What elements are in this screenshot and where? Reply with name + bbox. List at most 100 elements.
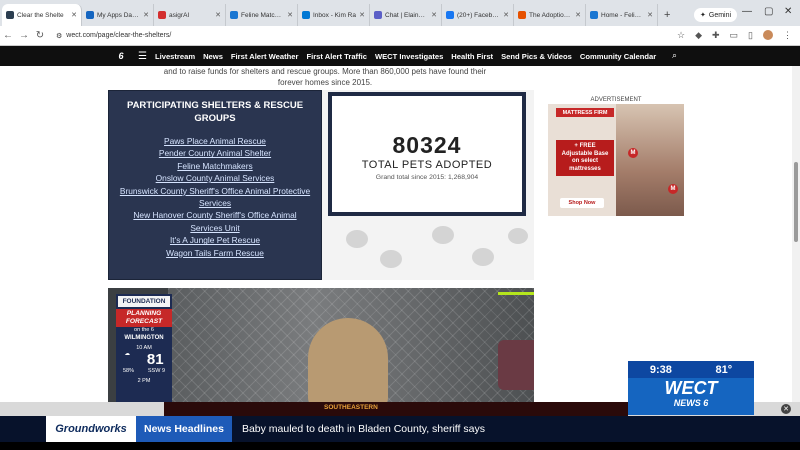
- screen: Clear the Shelte ✕ My Apps Dashb ✕ asigr…: [0, 0, 800, 450]
- groundworks-sponsor-logo: Groundworks: [46, 416, 136, 442]
- extension-icon[interactable]: ◆: [695, 30, 702, 41]
- tab-favicon-icon: [6, 11, 14, 19]
- close-icon[interactable]: ✕: [575, 11, 581, 19]
- tab-favicon-icon: [590, 11, 598, 19]
- back-icon[interactable]: ←: [0, 30, 16, 41]
- sidebar-icon[interactable]: ▯: [748, 30, 753, 41]
- tv-clock: 9:38: [649, 363, 672, 376]
- shelter-link[interactable]: Wagon Tails Farm Rescue: [119, 247, 311, 259]
- page-scrollbar[interactable]: [792, 66, 800, 402]
- close-icon[interactable]: ✕: [143, 11, 149, 19]
- nav-first-alert-traffic[interactable]: First Alert Traffic: [306, 52, 366, 61]
- tab-asigrai[interactable]: asigrAI ✕: [154, 4, 226, 26]
- bottom-strip: [0, 442, 800, 450]
- close-icon[interactable]: ✕: [287, 11, 293, 19]
- adoption-counter: 80324 TOTAL PETS ADOPTED Grand total sin…: [328, 92, 526, 216]
- forward-icon[interactable]: →: [16, 30, 32, 41]
- shelter-link[interactable]: Paws Place Animal Rescue: [119, 135, 311, 147]
- url-text: wect.com/page/clear-the-shelters/: [66, 32, 172, 39]
- tab-label: (20+) Facebook: [457, 11, 501, 19]
- forecast-row: ☁ 81: [116, 351, 172, 368]
- scrollbar-thumb[interactable]: [794, 162, 798, 242]
- nav-health-first[interactable]: Health First: [451, 52, 493, 61]
- headline-text: Baby mauled to death in Bladen County, s…: [241, 423, 485, 435]
- tab-inbox[interactable]: Inbox - Kim Ra ✕: [298, 4, 370, 26]
- tab-label: asigrAI: [169, 11, 190, 19]
- nav-wect-investigates[interactable]: WECT Investigates: [375, 52, 443, 61]
- cast-icon[interactable]: ▭: [730, 30, 739, 41]
- nav-send-pics-videos[interactable]: Send Pics & Videos: [501, 52, 572, 61]
- planning-forecast-panel: FOUNDATION PLANNING FORECAST on the 6 WI…: [116, 294, 172, 402]
- toolbar-buttons: ☆ ◆ ✚ ▭ ▯ ⋮: [677, 30, 792, 41]
- forecast-on: on the 6: [134, 327, 154, 333]
- nav-livestream[interactable]: Livestream: [155, 52, 195, 61]
- browser-tab-bar: Clear the Shelte ✕ My Apps Dashb ✕ asigr…: [0, 0, 800, 26]
- forecast-humidity: 58%: [122, 368, 134, 374]
- tab-adoption[interactable]: The Adoption H ✕: [514, 4, 586, 26]
- shelter-link[interactable]: Onslow County Animal Services: [119, 172, 311, 184]
- wect-news-bug: 9:38 81° WECT NEWS 6: [628, 361, 754, 415]
- wect-logo-large: WECT: [664, 378, 718, 398]
- nav-community-calendar[interactable]: Community Calendar: [580, 52, 656, 61]
- nav-news[interactable]: News: [203, 52, 223, 61]
- tab-label: Clear the Shelte: [17, 11, 64, 19]
- kennel-scene: [168, 288, 534, 402]
- reload-icon[interactable]: ↻: [32, 30, 48, 41]
- shelters-box: PARTICIPATING SHELTERS & RESCUE GROUPS P…: [108, 90, 322, 280]
- tab-facebook[interactable]: (20+) Facebook ✕: [442, 4, 514, 26]
- wect-news-label: NEWS 6: [673, 398, 709, 408]
- shelter-link[interactable]: New Hanover County Sheriff's Office Anim…: [119, 209, 311, 234]
- paw-print-icon: [472, 248, 494, 266]
- profile-avatar[interactable]: [763, 30, 773, 40]
- paw-print-icon: [432, 226, 454, 244]
- minimize-icon[interactable]: —: [742, 6, 752, 17]
- extensions-puzzle-icon[interactable]: ✚: [712, 30, 720, 41]
- tv-clock-bar: 9:38 81°: [628, 361, 754, 378]
- nav-first-alert-weather[interactable]: First Alert Weather: [231, 52, 299, 61]
- tab-favicon-icon: [86, 11, 94, 19]
- adopted-count: 80324: [392, 132, 462, 158]
- forecast-title: PLANNING FORECAST: [116, 309, 172, 327]
- shop-now-button[interactable]: Shop Now: [560, 198, 604, 208]
- maximize-icon[interactable]: ▢: [764, 6, 773, 17]
- tab-my-apps[interactable]: My Apps Dashb ✕: [82, 4, 154, 26]
- shelter-link[interactable]: Pender County Animal Shelter: [119, 147, 311, 159]
- video-player[interactable]: FOUNDATION PLANNING FORECAST on the 6 WI…: [108, 288, 534, 402]
- bookmark-star-icon[interactable]: ☆: [677, 30, 685, 41]
- shelter-link[interactable]: Brunswick County Sheriff's Office Animal…: [119, 185, 311, 210]
- tab-label: My Apps Dashb: [97, 11, 141, 19]
- close-icon[interactable]: ✕: [503, 11, 509, 19]
- tab-favicon-icon: [230, 11, 238, 19]
- gemini-button[interactable]: ✦ Gemini: [694, 8, 738, 22]
- close-icon[interactable]: ✕: [71, 11, 77, 19]
- tab-label: Chat | Elaine Jo: [385, 11, 429, 19]
- tab-favicon-icon: [302, 11, 310, 19]
- shelters-title: PARTICIPATING SHELTERS & RESCUE GROUPS: [126, 100, 304, 124]
- window-close-icon[interactable]: ✕: [784, 6, 792, 17]
- tab-chat[interactable]: Chat | Elaine Jo ✕: [370, 4, 442, 26]
- close-icon[interactable]: ✕: [431, 11, 437, 19]
- close-icon[interactable]: ✕: [215, 11, 221, 19]
- tab-favicon-icon: [158, 11, 166, 19]
- tab-home-feline[interactable]: Home - Feline M ✕: [586, 4, 658, 26]
- gemini-label: Gemini: [708, 11, 732, 19]
- close-overlay-icon[interactable]: ✕: [781, 404, 791, 414]
- shelter-link[interactable]: Feline Matchmakers: [119, 160, 311, 172]
- shelter-link[interactable]: It's A Jungle Pet Rescue: [119, 234, 311, 246]
- close-icon[interactable]: ✕: [647, 11, 653, 19]
- wect-logo[interactable]: 6: [110, 48, 132, 64]
- paw-print-icon: [508, 228, 528, 244]
- tab-clear-the-shelters[interactable]: Clear the Shelte ✕: [2, 4, 82, 26]
- close-icon[interactable]: ✕: [359, 11, 365, 19]
- advertisement[interactable]: MATTRESS FIRM + FREE Adjustable Base on …: [548, 104, 684, 216]
- site-info-icon[interactable]: ⚙: [56, 32, 62, 40]
- new-tab-button[interactable]: +: [658, 4, 676, 26]
- menu-icon[interactable]: ⋮: [783, 30, 792, 41]
- mattress-firm-logo-icon: M: [668, 184, 678, 194]
- hamburger-menu-icon[interactable]: ☰: [138, 51, 147, 62]
- tab-feline-matchmakers[interactable]: Feline Matchma ✕: [226, 4, 298, 26]
- search-icon[interactable]: ⌕: [672, 50, 677, 61]
- adopted-label: TOTAL PETS ADOPTED: [361, 159, 493, 171]
- url-field[interactable]: ⚙ wect.com/page/clear-the-shelters/: [56, 32, 171, 40]
- page-content: and to raise funds for shelters and resc…: [0, 66, 800, 402]
